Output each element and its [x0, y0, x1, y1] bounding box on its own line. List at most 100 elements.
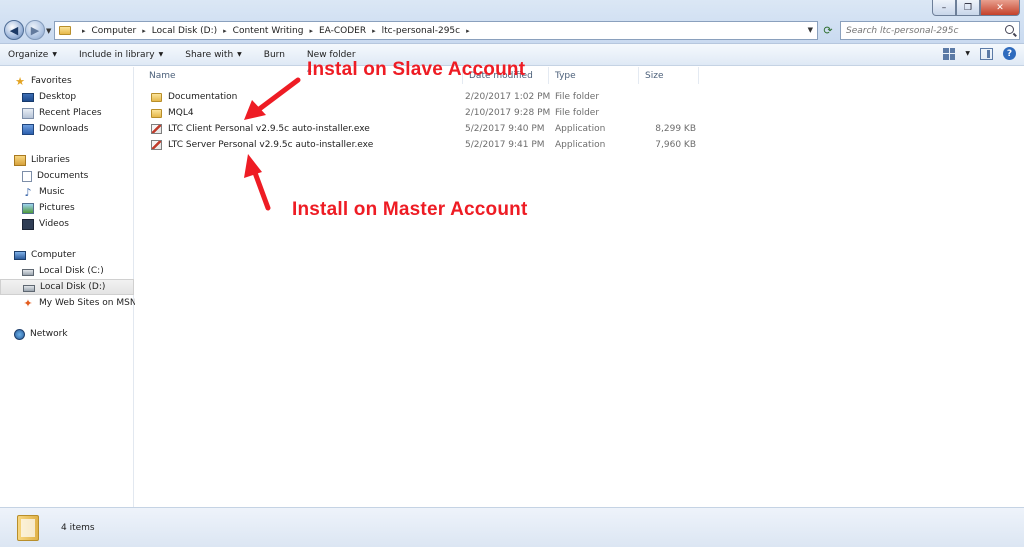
- window-controls: – ❐ ✕: [932, 0, 1020, 16]
- breadcrumb-local-disk-d[interactable]: Local Disk (D:): [152, 26, 217, 36]
- sidebar-item-documents[interactable]: Documents: [0, 168, 134, 184]
- chevron-down-icon: ▼: [158, 51, 164, 58]
- pictures-icon: [22, 202, 34, 214]
- column-header-type[interactable]: Type: [549, 67, 639, 84]
- back-button[interactable]: ◀: [4, 20, 24, 40]
- share-with-button[interactable]: Share with ▼: [185, 50, 242, 60]
- file-name: Documentation: [168, 92, 238, 102]
- file-type-cell: File folder: [555, 92, 600, 102]
- sidebar-item-network[interactable]: Network: [0, 326, 134, 342]
- computer-icon: [14, 250, 26, 260]
- table-row[interactable]: Documentation 2/20/2017 1:02 PM File folde…: [135, 89, 735, 105]
- view-controls: ▼ ?: [943, 47, 1016, 60]
- file-name: LTC Server Personal v2.9.5c auto-install…: [168, 140, 374, 150]
- table-row[interactable]: LTC Client Personal v2.9.5c auto-install…: [135, 121, 735, 137]
- libraries-icon: [14, 154, 26, 166]
- chevron-down-icon: ▼: [237, 51, 242, 58]
- file-date-cell: 2/10/2017 9:28 PM: [465, 108, 551, 118]
- sidebar-item-music[interactable]: ♪ Music: [0, 184, 134, 200]
- include-in-library-button[interactable]: Include in library ▼: [79, 50, 163, 60]
- navigation-pane: ★ Favorites Desktop Recent Places Downloa…: [0, 67, 137, 507]
- breadcrumb-ltc-personal[interactable]: ltc-personal-295c: [382, 26, 460, 36]
- disk-icon: [23, 285, 35, 292]
- star-icon: ★: [15, 74, 25, 88]
- address-bar[interactable]: ▸ Computer ▸ Local Disk (D:) ▸ Content W…: [54, 21, 818, 40]
- libraries-group: Libraries Documents ♪ Music Pictures Vide…: [0, 152, 134, 232]
- address-history-dropdown[interactable]: ▼: [808, 26, 813, 34]
- file-size-cell: 8,299 KB: [655, 124, 696, 134]
- maximize-button[interactable]: ❐: [956, 0, 980, 16]
- videos-icon: [22, 218, 34, 230]
- file-type-cell: Application: [555, 140, 606, 150]
- breadcrumb: ▸ Computer ▸ Local Disk (D:) ▸ Content W…: [82, 25, 470, 36]
- file-name-cell[interactable]: LTC Client Personal v2.9.5c auto-install…: [151, 121, 370, 137]
- folder-icon: [151, 108, 162, 118]
- file-date-cell: 2/20/2017 1:02 PM: [465, 92, 551, 102]
- msn-butterfly-icon: ✦: [23, 296, 33, 310]
- folder-icon: [151, 92, 162, 102]
- sidebar-item-downloads[interactable]: Downloads: [0, 121, 134, 137]
- search-input[interactable]: [846, 25, 996, 36]
- sidebar-item-favorites[interactable]: ★ Favorites: [0, 73, 134, 89]
- sidebar-item-recent-places[interactable]: Recent Places: [0, 105, 134, 121]
- annotation-slave-account: Instal on Slave Account: [307, 59, 526, 80]
- music-icon: ♪: [24, 185, 32, 199]
- file-name-cell[interactable]: MQL4: [151, 105, 194, 121]
- burn-button[interactable]: Burn: [264, 50, 285, 60]
- desktop-icon: [22, 92, 34, 102]
- sidebar-item-desktop[interactable]: Desktop: [0, 89, 134, 105]
- change-view-icon[interactable]: [943, 47, 956, 60]
- preview-pane-icon[interactable]: [980, 47, 993, 60]
- file-size-cell: [635, 105, 696, 121]
- chevron-down-icon[interactable]: ▼: [965, 50, 970, 57]
- close-button[interactable]: ✕: [980, 0, 1020, 16]
- sidebar-item-local-disk-d[interactable]: Local Disk (D:): [0, 279, 134, 295]
- sidebar-item-my-web-sites-on-msn[interactable]: ✦ My Web Sites on MSN: [0, 295, 136, 311]
- new-folder-button[interactable]: New folder: [307, 50, 356, 60]
- table-row[interactable]: MQL4 2/10/2017 9:28 PM File folder: [135, 105, 735, 121]
- file-type-cell: File folder: [555, 108, 600, 118]
- computer-group: Computer Local Disk (C:) Local Disk (D:)…: [0, 247, 137, 311]
- refresh-icon: ⟳: [823, 24, 833, 37]
- forward-arrow-icon: ▶: [30, 23, 40, 37]
- minimize-button[interactable]: –: [932, 0, 956, 16]
- column-headers: Name ▲ Date modified Type Size: [135, 66, 1024, 84]
- recent-places-icon: [22, 107, 34, 119]
- organize-button[interactable]: Organize ▼: [8, 50, 57, 60]
- breadcrumb-computer[interactable]: Computer: [92, 26, 137, 36]
- table-row[interactable]: LTC Server Personal v2.9.5c auto-install…: [135, 137, 735, 153]
- network-group: Network: [0, 326, 134, 342]
- file-name-cell[interactable]: LTC Server Personal v2.9.5c auto-install…: [151, 137, 373, 153]
- forward-button[interactable]: ▶: [25, 20, 45, 40]
- annotation-master-account: Install on Master Account: [292, 199, 528, 220]
- sidebar-item-libraries[interactable]: Libraries: [0, 152, 134, 168]
- file-name-cell[interactable]: Documentation: [151, 89, 237, 105]
- folder-icon: [59, 26, 71, 35]
- folder-icon: [17, 514, 39, 541]
- search-box[interactable]: [840, 21, 1020, 40]
- help-icon[interactable]: ?: [1003, 47, 1016, 60]
- breadcrumb-ea-coder[interactable]: EA-CODER: [319, 26, 366, 36]
- refresh-button[interactable]: ⟳: [820, 21, 836, 40]
- favorites-group: ★ Favorites Desktop Recent Places Downloa…: [0, 73, 134, 137]
- sidebar-item-local-disk-c[interactable]: Local Disk (C:): [0, 263, 134, 279]
- sidebar-item-pictures[interactable]: Pictures: [0, 200, 134, 216]
- downloads-icon: [22, 123, 34, 135]
- sidebar-item-videos[interactable]: Videos: [0, 216, 134, 232]
- column-header-size[interactable]: Size: [639, 67, 699, 84]
- sidebar-item-computer[interactable]: Computer: [0, 247, 134, 263]
- file-name: MQL4: [168, 108, 194, 118]
- exe-icon: [151, 140, 162, 150]
- exe-icon: [151, 124, 162, 134]
- chevron-down-icon: ▼: [52, 51, 57, 58]
- file-list-pane: Name ▲ Date modified Type Size Documentat…: [135, 66, 1024, 507]
- search-icon[interactable]: [1005, 25, 1014, 34]
- file-date-cell: 5/2/2017 9:40 PM: [465, 124, 545, 134]
- file-type-cell: Application: [555, 124, 606, 134]
- status-bar: 4 items: [0, 507, 1024, 547]
- breadcrumb-content-writing[interactable]: Content Writing: [233, 26, 304, 36]
- disk-icon: [22, 269, 34, 276]
- documents-icon: [22, 170, 32, 182]
- recent-pages-dropdown[interactable]: ▼: [46, 27, 51, 35]
- network-icon: [14, 328, 25, 340]
